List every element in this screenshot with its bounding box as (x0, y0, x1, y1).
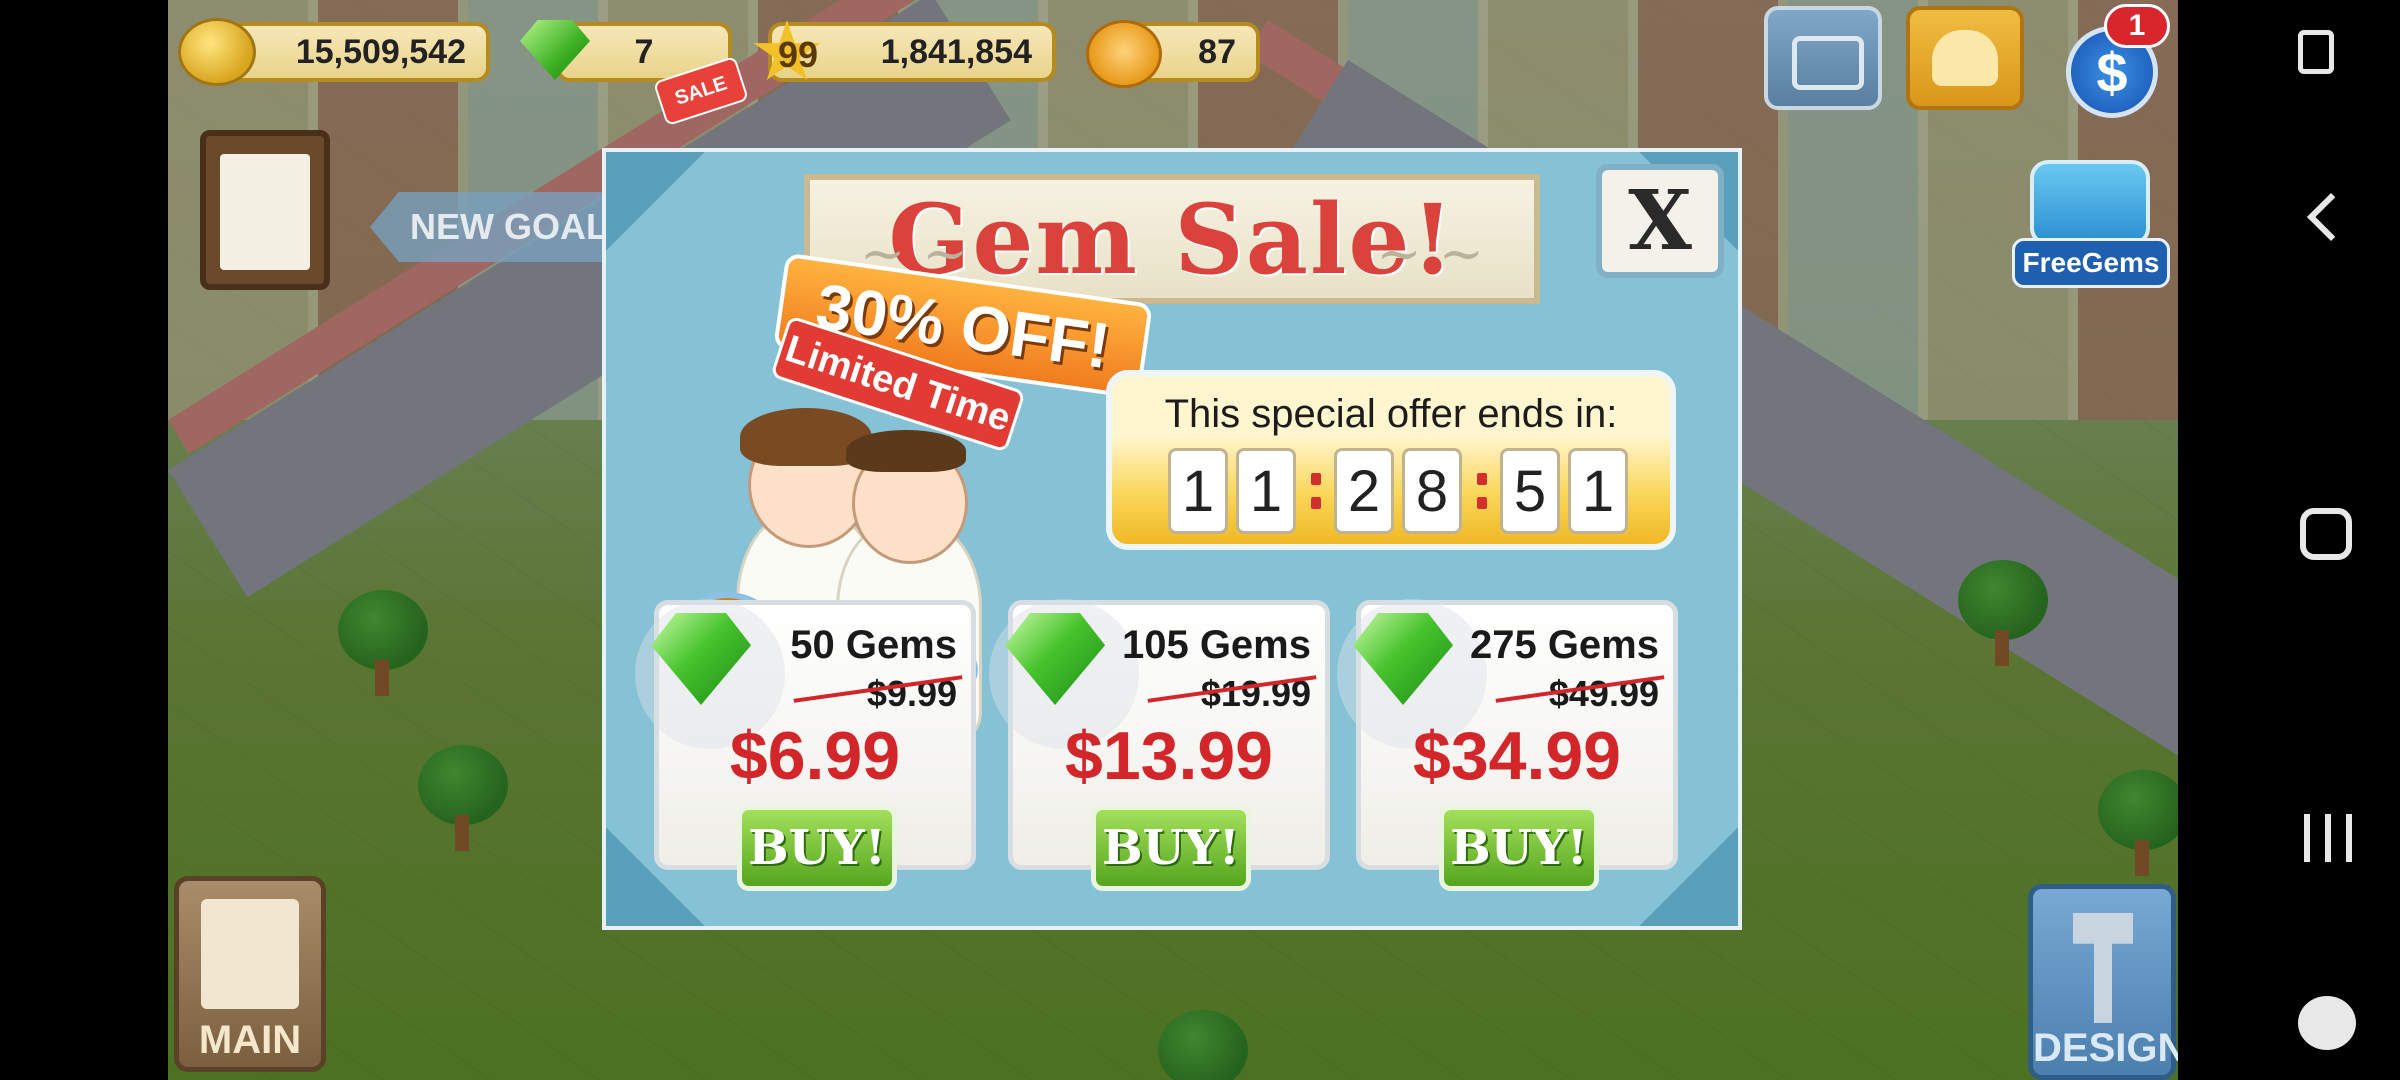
camera-icon (1792, 36, 1864, 90)
phone-button[interactable] (1906, 6, 2024, 110)
hammer-icon (2073, 913, 2133, 1023)
notification-badge: 1 (2104, 4, 2170, 48)
gamepad-icon[interactable] (2298, 996, 2356, 1050)
coins-value: 15,509,542 (295, 32, 466, 71)
level-value: 99 (778, 34, 819, 75)
coin-icon (178, 18, 256, 86)
offer-gems: 105 Gems (1121, 623, 1311, 667)
timer-separator (1472, 467, 1492, 515)
close-button[interactable]: X (1596, 164, 1724, 278)
buy-button[interactable]: BUY! (737, 805, 897, 891)
offer-gems: 275 Gems (1469, 623, 1659, 667)
system-navigation-bar (2178, 0, 2400, 1080)
timer-digit: 2 (1334, 448, 1394, 534)
tv-gem-icon (2030, 160, 2150, 246)
cash-icon: $ (2096, 40, 2128, 104)
happiness-value: 87 (1198, 32, 1236, 71)
offer-price: $34.99 (1413, 718, 1621, 794)
camera-button[interactable] (1764, 6, 1882, 110)
design-label: DESIGN (2033, 1026, 2187, 1070)
countdown-timer: This special offer ends in: 1 1 2 8 5 1 (1106, 370, 1676, 550)
offer-card-50[interactable]: 50 Gems $9.99 $6.99 BUY! (635, 599, 976, 891)
free-gems-button[interactable]: FreeGems (2012, 160, 2170, 288)
main-label: MAIN (198, 1018, 302, 1062)
new-goal-banner[interactable]: NEW GOAL (370, 192, 610, 262)
timer-digit: 8 (1402, 448, 1462, 534)
decorative-swirl-right: ~ ~ (1376, 222, 1484, 285)
main-button[interactable]: MAIN (174, 876, 326, 1072)
gems-value: 7 (634, 32, 654, 71)
experience-value: 1,841,854 (880, 32, 1032, 71)
recents-icon[interactable] (2304, 814, 2352, 862)
screenshot-icon[interactable] (2298, 30, 2334, 74)
back-icon[interactable] (2306, 192, 2356, 242)
phone-icon (1932, 30, 1998, 86)
offer-card-105[interactable]: 105 Gems $19.99 $13.99 BUY! (989, 599, 1330, 891)
timer-digits: 1 1 2 8 5 1 (1168, 448, 1636, 534)
smiley-icon (1086, 20, 1162, 88)
free-gems-label: FreeGems (2012, 238, 2170, 288)
clipboard-icon[interactable] (200, 130, 330, 290)
offer-card-275[interactable]: 275 Gems $49.99 $34.99 BUY! (1337, 599, 1678, 891)
clipboard-icon (201, 899, 299, 1009)
timer-digit: 1 (1236, 448, 1296, 534)
timer-digit: 5 (1500, 448, 1560, 534)
home-icon[interactable] (2300, 508, 2352, 560)
timer-label: This special offer ends in: (1164, 392, 1618, 436)
timer-digit: 1 (1568, 448, 1628, 534)
offer-price: $13.99 (1065, 718, 1273, 794)
buy-button[interactable]: BUY! (1091, 805, 1251, 891)
timer-digit: 1 (1168, 448, 1228, 534)
buy-button[interactable]: BUY! (1439, 805, 1599, 891)
gem-sale-dialog: ~ ~ Gem Sale! ~ ~ X 30% OFF! Limited Tim… (602, 148, 1742, 930)
offer-price: $6.99 (729, 718, 901, 794)
design-button[interactable]: DESIGN (2028, 884, 2187, 1080)
offer-gems: 50 Gems (790, 623, 957, 667)
timer-separator (1306, 467, 1326, 515)
